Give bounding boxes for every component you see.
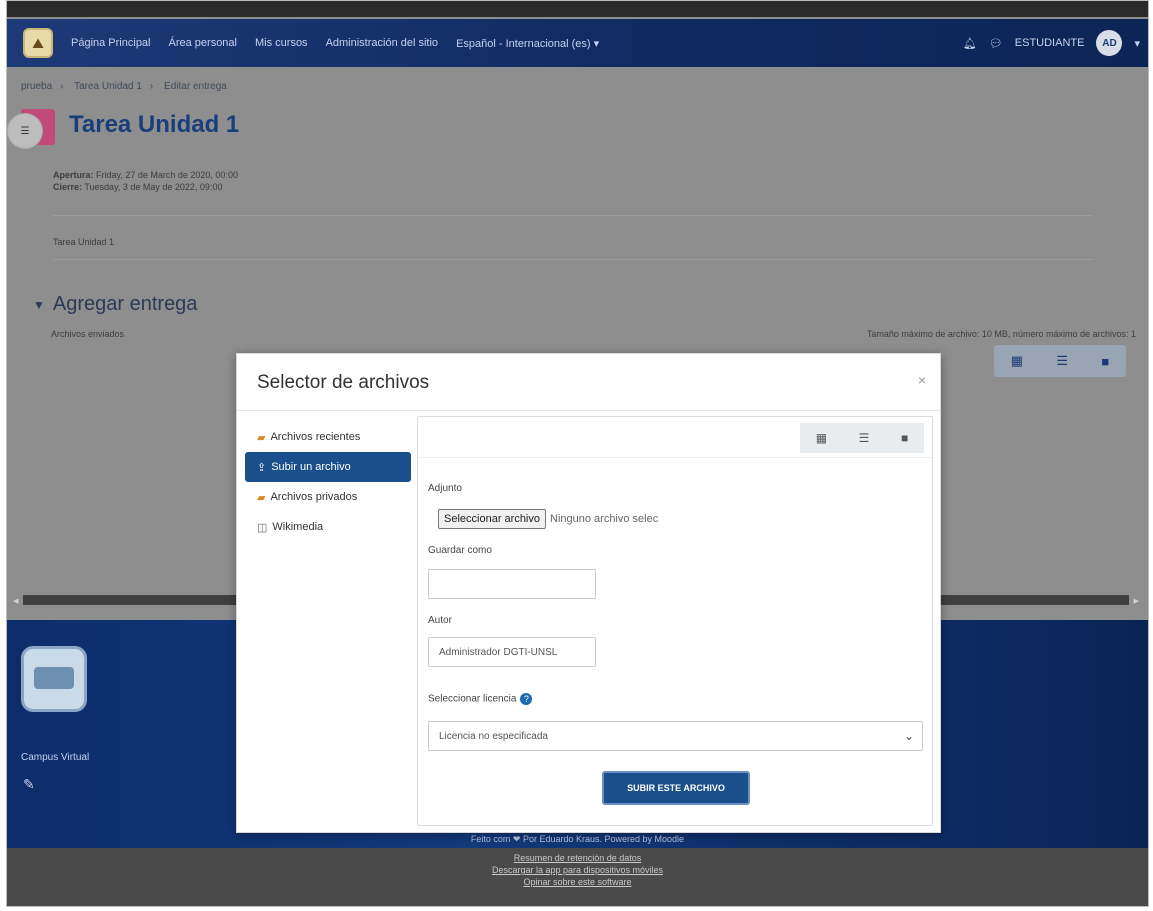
breadcrumb-item-course[interactable]: prueba [21,81,52,92]
repository-list: ▰ Archivos recientes ⇪ Subir un archivo ▰ A… [245,422,411,542]
browser-top-strip [7,1,1148,17]
scroll-right-icon[interactable]: ▸ [1133,594,1139,607]
footer-credit: Feito com ❤ Por Eduardo Kraus. Powered b… [470,834,685,844]
nav-link-site-admin[interactable]: Administración del sitio [326,37,439,49]
closing-date: Tuesday, 3 de May de 2022, 09:00 [84,182,223,192]
edit-icon[interactable]: ✎ [23,776,35,793]
avatar[interactable]: AD [1096,30,1123,56]
file-input: Seleccionar archivo Ninguno archivo sele… [438,509,658,529]
nav-link-home[interactable]: Página Principal [71,37,151,49]
no-file-text: Ninguno archivo selec [550,513,659,525]
footer-logo-icon [21,646,87,712]
dialog-title: Selector de archivos [257,372,430,393]
pane-view-buttons: ▦ ☰ ■ [800,423,924,453]
mobile-app-link[interactable]: Descargar la app para dispositivos móvil… [7,864,1148,876]
top-navbar: ⛰ Página Principal Área personal Mis cur… [7,19,1148,67]
file-picker-dialog: Selector de archivos × ▰ Archivos recient… [236,353,941,833]
save-as-label: Guardar como [428,545,492,556]
view-mode-buttons: ▦ ☰ ■ [994,345,1126,377]
divider [237,410,940,411]
footer-links: Resumen de retención de datos Descargar … [7,848,1148,906]
chat-icon[interactable]: 💬︎ [989,37,1003,50]
repo-private-files[interactable]: ▰ Archivos privados [245,482,411,512]
footer-site-name[interactable]: Campus Virtual [21,752,89,763]
choose-file-button[interactable]: Seleccionar archivo [438,509,546,529]
upload-pane: ▦ ☰ ■ Adjunto Seleccionar archivo Ningun… [417,416,933,826]
help-icon[interactable]: ? [520,693,533,705]
chevron-down-icon[interactable]: ▼ [33,298,45,312]
closing-label: Cierre: [53,182,83,192]
wikimedia-icon: ◫ [257,521,268,534]
breadcrumb-item-edit: Editar entrega [164,81,227,92]
files-label: Archivos enviados [51,329,125,339]
opening-label: Apertura: [53,170,94,180]
breadcrumb-item-assignment[interactable]: Tarea Unidad 1 [74,81,142,92]
author-input[interactable]: Administrador DGTI-UNSL [428,637,596,667]
chevron-down-icon: ⌄ [903,729,914,743]
folder-view-icon[interactable]: ■ [1101,354,1109,369]
page-title: Tarea Unidad 1 [69,111,240,138]
license-label: Seleccionar licencia [428,693,517,705]
list-view-icon[interactable]: ☰ [859,431,870,445]
repo-recent-files[interactable]: ▰ Archivos recientes [245,422,411,452]
list-view-icon[interactable]: ☰ [1056,353,1068,369]
folder-icon: ▰ [257,431,266,444]
divider [53,215,1093,216]
user-name[interactable]: ESTUDIANTE [1015,37,1085,49]
opening-date: Friday, 27 de March de 2020, 00:00 [96,170,238,180]
folder-icon: ▰ [257,491,266,504]
nav-link-dashboard[interactable]: Área personal [169,37,238,49]
divider [53,259,1093,260]
site-logo-icon[interactable]: ⛰ [23,28,53,58]
drawer-toggle-icon[interactable]: ☰ [7,113,43,149]
grid-view-icon[interactable]: ▦ [1011,353,1023,369]
author-label: Autor [428,615,452,626]
folder-view-icon[interactable]: ■ [901,431,908,445]
repo-wikimedia[interactable]: ◫ Wikimedia [245,512,411,542]
close-icon[interactable]: × [918,372,926,388]
navbar-user-area: 🔔︎ 💬︎ ESTUDIANTE AD ▾ [963,19,1140,67]
scroll-left-icon[interactable]: ◂ [13,594,19,607]
data-retention-link[interactable]: Resumen de retención de datos [7,852,1148,864]
assignment-dates: Apertura: Friday, 27 de March de 2020, 0… [53,169,238,193]
attachment-label: Adjunto [428,483,462,494]
upload-icon: ⇪ [257,461,267,474]
grid-view-icon[interactable]: ▦ [816,431,827,445]
language-menu[interactable]: Español - Internacional (es) ▾ [456,37,599,50]
save-as-input[interactable] [428,569,596,599]
section-heading[interactable]: ▼ Agregar entrega [33,293,197,316]
repo-upload-file[interactable]: ⇪ Subir un archivo [245,452,411,482]
feedback-link[interactable]: Opinar sobre este software [7,876,1148,888]
assignment-description: Tarea Unidad 1 [53,237,115,247]
max-size-info: Tamaño máximo de archivo: 10 MB, número … [866,329,1136,339]
license-label-row: Seleccionar licencia? [428,693,533,705]
chevron-down-icon[interactable]: ▾ [1134,37,1140,50]
breadcrumb: prueba › Tarea Unidad 1 › Editar entrega [21,81,227,92]
bell-icon[interactable]: 🔔︎ [963,37,977,50]
upload-file-button[interactable]: SUBIR ESTE ARCHIVO [602,771,750,805]
license-select[interactable]: Licencia no especificada ⌄ [428,721,923,751]
nav-link-my-courses[interactable]: Mis cursos [255,37,308,49]
divider [418,457,932,458]
